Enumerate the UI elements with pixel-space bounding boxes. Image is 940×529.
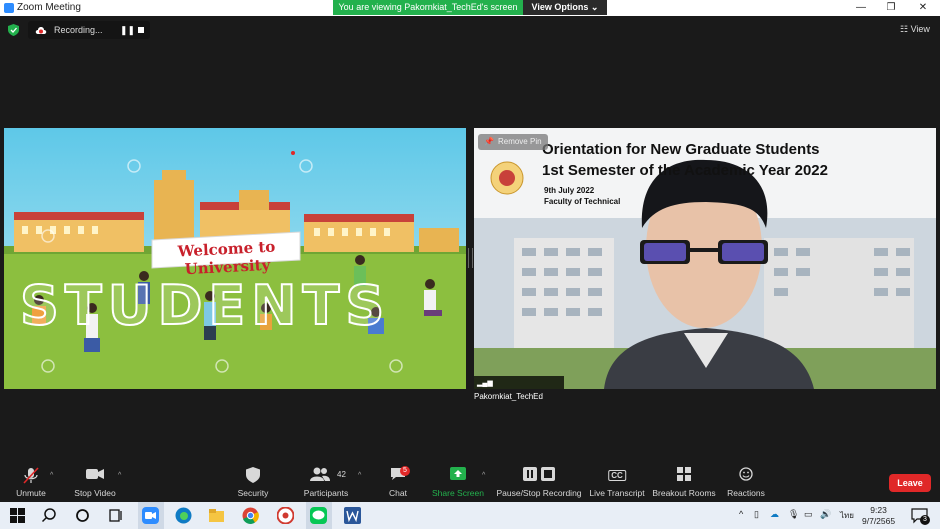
task-view-icon[interactable] [107,507,124,524]
line-app-icon [310,507,327,524]
notification-count: 3 [920,515,930,525]
microphone-icon[interactable]: 🎙 [788,509,799,520]
pause-stop-recording-button[interactable]: Pause/Stop Recording [496,462,582,502]
view-options-button[interactable]: View Options ⌄ [523,0,607,15]
slide-title-1: Orientation for New Graduate Students [542,141,820,158]
slide-date: 9th July 2022 [544,186,595,195]
share-options-chevron-icon[interactable]: ^ [482,472,485,479]
recording-label: Recording... [54,25,103,35]
muted-mic-icon [23,467,39,484]
viewing-screen-banner: You are viewing Pakornkiat_TechEd's scre… [333,0,523,15]
pin-icon: 📌 [484,137,494,146]
zoom-app-icon [4,3,14,13]
leave-button[interactable]: Leave [889,474,931,492]
chat-button[interactable]: 5 Chat [380,462,416,502]
remove-pin-button[interactable]: 📌 Remove Pin [478,134,548,150]
shared-screen-tile: Welcome to University STUDENTS [4,128,466,389]
participants-count: 42 [337,470,346,479]
breakout-grid-icon [677,467,691,481]
reactions-button[interactable]: Reactions [724,462,768,502]
onedrive-cloud-icon[interactable]: ☁ [770,509,779,520]
smiley-icon [739,467,753,481]
stop-recording-button[interactable] [138,27,144,33]
remove-pin-label: Remove Pin [497,137,542,146]
unmute-button[interactable]: Unmute [8,462,54,502]
close-button[interactable]: ✕ [908,0,938,16]
volume-icon[interactable]: 🔊 [820,509,831,520]
meeting-toolbar: Unmute ^ Stop Video ^ Security 42 Partic… [0,462,940,502]
cortana-icon[interactable] [74,507,91,524]
zoom-taskbar-item[interactable] [138,502,164,529]
stop-video-button[interactable]: Stop Video [70,462,120,502]
clock-date: 9/7/2565 [862,516,896,526]
slide-faculty: Faculty of Technical [544,197,621,206]
participants-chevron-icon[interactable]: ^ [358,472,361,479]
share-screen-button[interactable]: Share Screen [430,462,486,502]
video-camera-icon [86,469,104,479]
participants-icon [310,467,330,481]
pause-recording-button[interactable]: ❚❚ [120,25,135,36]
chrome-icon[interactable] [242,507,259,524]
app-red-circle-icon[interactable] [277,507,294,524]
battery-icon[interactable]: ▭ [804,509,813,520]
window-title: Zoom Meeting [17,2,81,13]
security-button[interactable]: Security [232,462,274,502]
shield-icon [246,467,260,483]
clock-time: 9:23 [870,505,887,515]
video-options-chevron-icon[interactable]: ^ [118,472,121,479]
slide-title-2: 1st Semester of the Academic Year 2022 [542,162,828,179]
taskbar-clock[interactable]: 9:23 9/7/2565 [862,505,895,527]
participant-name: Pakornkiat_TechEd [474,392,543,401]
line-taskbar-item[interactable] [306,502,332,529]
windows-start-icon[interactable] [9,507,26,524]
windows-taskbar: ^ ▯ ☁ 🎙 ▭ 🔊 ไทย 9:23 9/7/2565 3 [0,502,940,529]
search-icon[interactable] [41,507,58,524]
audio-options-chevron-icon[interactable]: ^ [50,472,53,479]
participant-video-tile: Orientation for New Graduate Students 1s… [474,128,936,389]
resize-handle[interactable] [468,248,473,268]
restore-button[interactable]: ❐ [876,0,906,16]
cloud-record-icon [35,27,47,34]
zoom-icon [142,507,159,524]
signal-bars-icon: ▂▄▆ [477,380,493,387]
tray-overflow-chevron-icon[interactable]: ^ [739,509,743,519]
device-icon[interactable]: ▯ [754,509,759,520]
share-arrow-icon [450,467,466,480]
chat-badge: 5 [400,466,410,476]
edge-icon[interactable] [175,507,192,524]
word-icon[interactable] [344,507,361,524]
breakout-rooms-button[interactable]: Breakout Rooms [652,462,716,502]
security-shield-icon[interactable] [8,24,19,36]
pause-stop-icon [523,467,555,481]
live-transcript-button[interactable]: CC Live Transcript [588,462,646,502]
minimize-button[interactable]: — [846,0,876,16]
participant-name-tag: ▂▄▆ Pakornkiat_TechEd [474,376,564,401]
students-word: STUDENTS [19,273,391,338]
language-indicator[interactable]: ไทย [840,509,854,522]
cc-icon: CC [608,470,626,481]
file-explorer-icon[interactable] [208,507,225,524]
recording-indicator: Recording... ❚❚ [28,21,150,39]
view-button[interactable]: ☷ View [900,24,930,35]
participants-button[interactable]: 42 Participants [300,462,352,502]
